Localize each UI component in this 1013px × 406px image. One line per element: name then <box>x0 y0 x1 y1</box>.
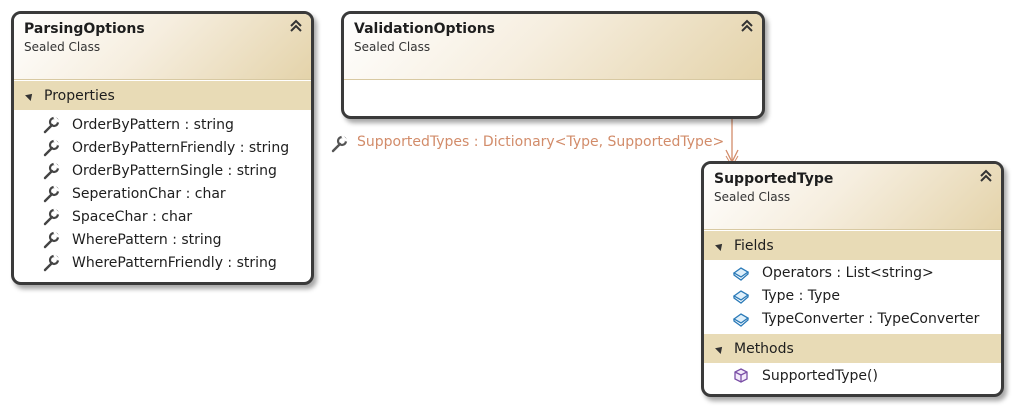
property-label: SeperationChar : char <box>72 186 226 202</box>
class-header: ParsingOptions Sealed Class <box>14 14 311 80</box>
wrench-icon <box>43 139 60 157</box>
association-label[interactable]: SupportedTypes : Dictionary<Type, Suppor… <box>357 134 724 150</box>
wrench-icon <box>43 231 60 249</box>
wrench-icon <box>43 162 60 180</box>
method-cube-icon <box>734 368 748 383</box>
field-label: Type : Type <box>762 288 840 304</box>
section-label: Properties <box>44 88 115 104</box>
field-row[interactable]: TypeConverter : TypeConverter <box>704 308 1001 331</box>
class-name: ParsingOptions <box>24 21 145 37</box>
section-fields[interactable]: Fields <box>704 230 1001 260</box>
class-stereotype: Sealed Class <box>24 40 101 54</box>
property-row[interactable]: OrderByPatternSingle : string <box>14 160 311 183</box>
property-row[interactable]: OrderByPatternFriendly : string <box>14 137 311 160</box>
class-parsing-options[interactable]: ParsingOptions Sealed Class Properties O… <box>11 11 314 285</box>
field-row[interactable]: Operators : List<string> <box>704 262 1001 285</box>
class-stereotype: Sealed Class <box>714 190 791 204</box>
double-chevron-up-icon[interactable] <box>977 167 995 185</box>
field-row[interactable]: Type : Type <box>704 285 1001 308</box>
property-label: SpaceChar : char <box>72 209 193 225</box>
field-label: TypeConverter : TypeConverter <box>762 311 980 327</box>
method-row[interactable]: SupportedType() <box>704 365 1001 388</box>
wrench-icon <box>43 208 60 226</box>
class-validation-options[interactable]: ValidationOptions Sealed Class <box>341 11 765 119</box>
section-label: Fields <box>734 238 774 254</box>
field-icon <box>732 313 750 327</box>
section-label: Methods <box>734 341 794 357</box>
class-supported-type[interactable]: SupportedType Sealed Class Fields Operat… <box>701 161 1004 397</box>
property-row[interactable]: WherePattern : string <box>14 229 311 252</box>
class-header: ValidationOptions Sealed Class <box>344 14 762 80</box>
property-label: OrderByPatternSingle : string <box>72 163 277 179</box>
wrench-icon <box>331 135 348 153</box>
property-row[interactable]: OrderByPattern : string <box>14 114 311 137</box>
class-header: SupportedType Sealed Class <box>704 164 1001 230</box>
wrench-icon <box>43 254 60 272</box>
double-chevron-up-icon[interactable] <box>738 17 756 35</box>
triangle-expander-icon[interactable] <box>715 241 725 251</box>
property-row[interactable]: SeperationChar : char <box>14 183 311 206</box>
property-label: OrderByPattern : string <box>72 117 234 133</box>
section-properties[interactable]: Properties <box>14 80 311 110</box>
wrench-icon <box>43 185 60 203</box>
method-label: SupportedType() <box>762 368 878 384</box>
triangle-expander-icon[interactable] <box>25 91 35 101</box>
class-body <box>344 80 762 116</box>
class-stereotype: Sealed Class <box>354 40 431 54</box>
field-icon <box>732 290 750 304</box>
field-label: Operators : List<string> <box>762 265 934 281</box>
class-name: SupportedType <box>714 171 834 187</box>
double-chevron-up-icon[interactable] <box>287 17 305 35</box>
triangle-expander-icon[interactable] <box>715 344 725 354</box>
section-methods[interactable]: Methods <box>704 333 1001 363</box>
wrench-icon <box>43 116 60 134</box>
property-label: OrderByPatternFriendly : string <box>72 140 290 156</box>
property-row[interactable]: WherePatternFriendly : string <box>14 252 311 275</box>
property-row[interactable]: SpaceChar : char <box>14 206 311 229</box>
property-label: WherePatternFriendly : string <box>72 255 277 271</box>
field-icon <box>732 267 750 281</box>
class-name: ValidationOptions <box>354 21 495 37</box>
property-label: WherePattern : string <box>72 232 222 248</box>
